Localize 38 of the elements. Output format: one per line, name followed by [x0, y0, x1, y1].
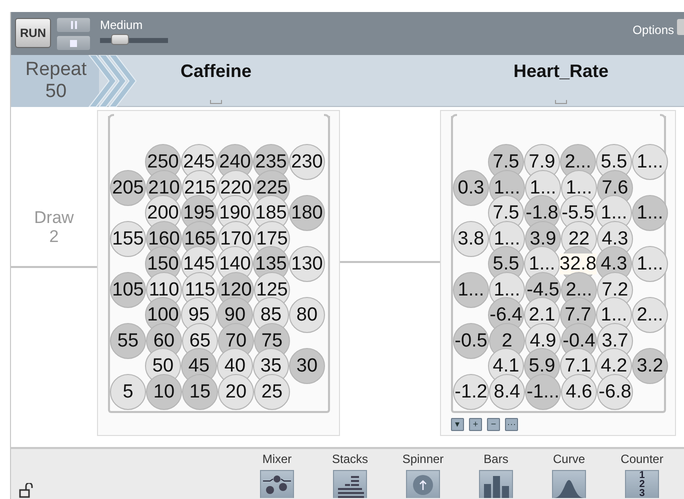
pause-button[interactable]	[57, 18, 90, 32]
mixer-control-button[interactable]: +	[469, 418, 482, 431]
repeat-label: Repeat	[25, 58, 87, 80]
attribute-name[interactable]: Heart_Rate	[513, 61, 609, 82]
run-button[interactable]: RUN	[15, 18, 51, 48]
device-label: Curve	[552, 452, 585, 466]
counter-device-button[interactable]: 1 2 3	[625, 470, 659, 498]
ball-value[interactable]: 5	[122, 381, 134, 402]
tab-handle[interactable]	[210, 100, 222, 104]
ball-value[interactable]: 2	[502, 330, 512, 351]
speed-label: Medium	[100, 18, 144, 32]
tab-handle[interactable]	[555, 100, 567, 104]
device-label: Mixer	[262, 452, 292, 466]
draw-label: Draw	[34, 208, 74, 227]
ball-value[interactable]: 32.8	[560, 254, 596, 274]
stop-icon	[70, 40, 77, 46]
repeat-count[interactable]: 50	[45, 80, 67, 102]
stop-button[interactable]	[57, 36, 90, 50]
counter-digit: 3	[639, 489, 645, 498]
counter-digit: 2	[639, 480, 645, 489]
device-label: Bars	[484, 452, 508, 466]
mixer-control-button[interactable]: ▾	[451, 418, 464, 431]
unlocked-lock-icon[interactable]	[19, 483, 34, 498]
device-label: Counter	[620, 452, 664, 466]
stacks-device-button[interactable]	[333, 470, 367, 498]
curve-device-button[interactable]	[552, 470, 586, 498]
pause-icon	[70, 21, 78, 29]
attribute-name[interactable]: Caffeine	[180, 61, 252, 82]
device-label: Spinner	[402, 452, 444, 466]
counter-digit: 1	[639, 471, 645, 480]
options-label[interactable]: Options	[632, 21, 674, 39]
mixer-control-button[interactable]: ···	[505, 418, 518, 431]
mixer-control-button[interactable]: −	[487, 418, 500, 431]
device-label: Stacks	[332, 452, 368, 466]
bars-device-button[interactable]	[479, 470, 513, 498]
slider-thumb[interactable]	[111, 34, 130, 45]
spinner-device-button[interactable]	[406, 470, 440, 498]
mixer-device-button[interactable]	[260, 470, 294, 498]
